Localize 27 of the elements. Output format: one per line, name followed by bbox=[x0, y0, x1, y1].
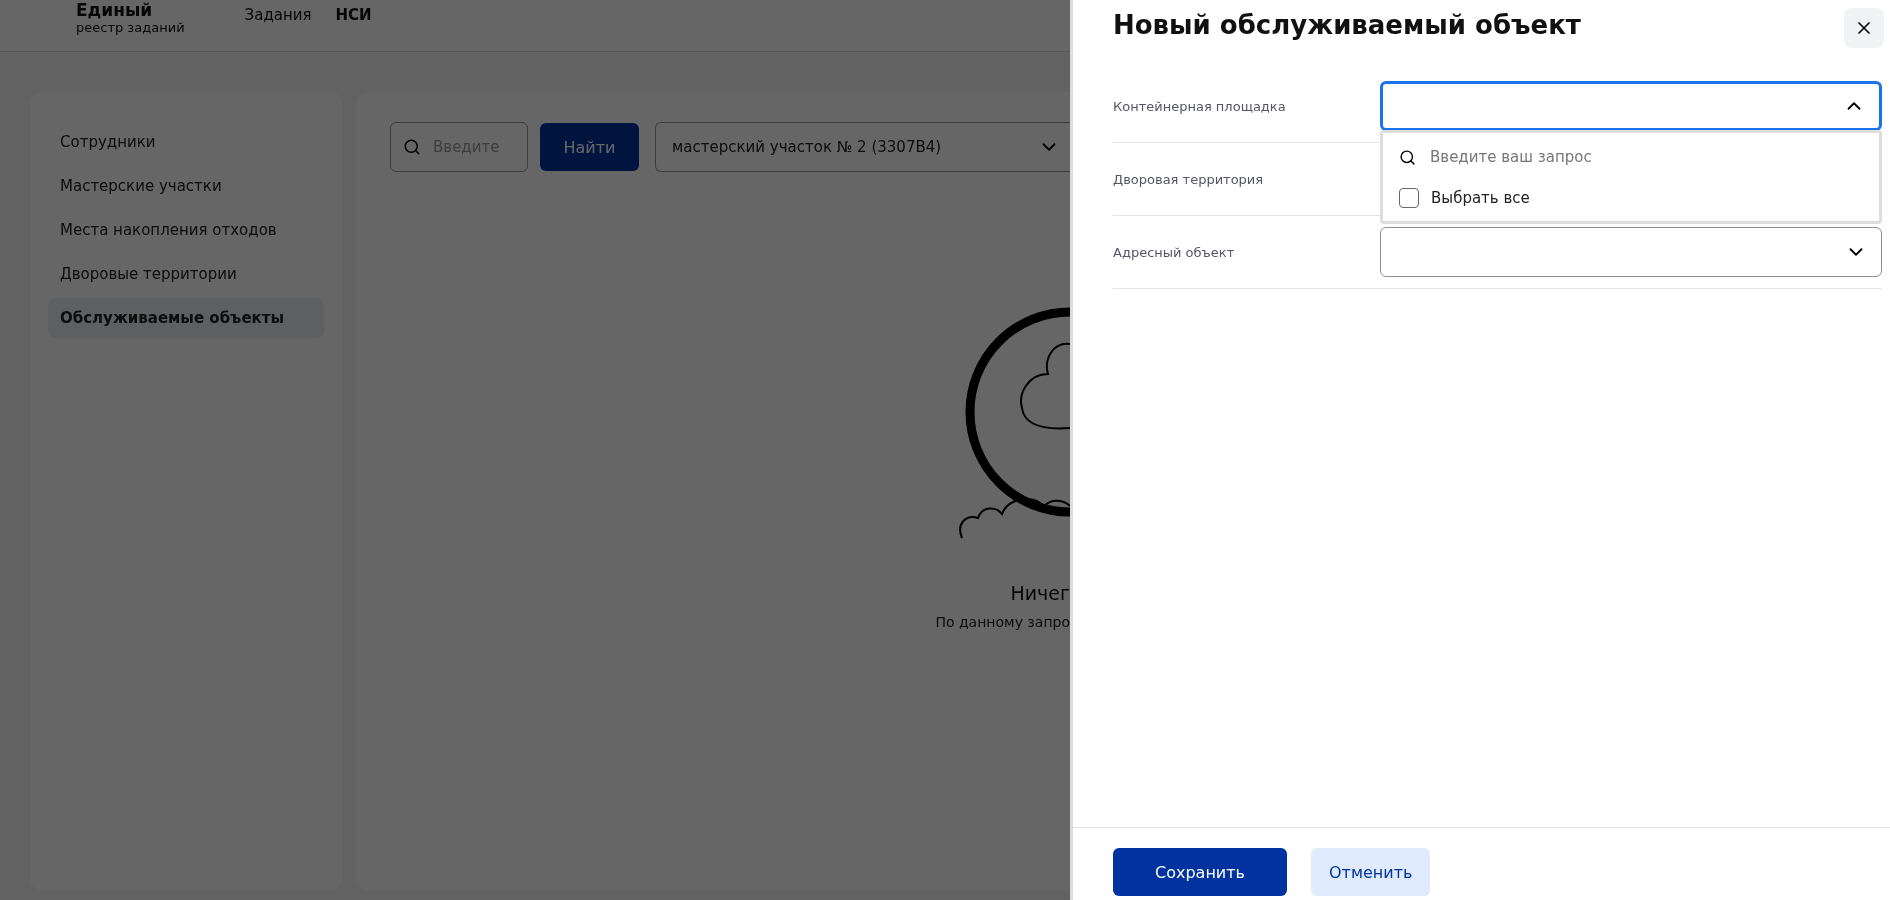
brand-subtitle: реестр заданий bbox=[76, 20, 185, 35]
select-all-option[interactable]: Выбрать все bbox=[1399, 179, 1863, 217]
field-label: Адресный объект bbox=[1113, 244, 1236, 260]
field-label: Контейнерная площадка bbox=[1113, 98, 1287, 114]
search-icon bbox=[403, 138, 421, 156]
close-button[interactable] bbox=[1844, 8, 1884, 48]
select-field[interactable] bbox=[1380, 81, 1882, 131]
nav-link[interactable]: НСИ bbox=[335, 6, 372, 24]
brand-title: Единый bbox=[76, 0, 154, 20]
find-button[interactable]: Найти bbox=[540, 123, 639, 171]
panel-title: Новый обслуживаемый объект bbox=[1113, 10, 1581, 40]
sidebar-item[interactable]: Обслуживаемые объекты bbox=[48, 298, 324, 338]
sidebar-item[interactable]: Дворовые территории bbox=[48, 254, 324, 294]
sidebar-item[interactable]: Мастерские участки bbox=[48, 166, 324, 206]
nav-link[interactable]: Задания bbox=[244, 6, 312, 24]
field-label: Дворовая территория bbox=[1113, 171, 1265, 187]
search-icon bbox=[1399, 148, 1416, 166]
dropdown-search-field[interactable]: Введите ваш запрос bbox=[1399, 139, 1863, 175]
empty-title: Ничег bbox=[1010, 582, 1070, 604]
filter-select[interactable]: мастерский участок № 2 (3307В4) bbox=[655, 122, 1070, 172]
checkbox[interactable] bbox=[1399, 188, 1419, 208]
save-button[interactable]: Сохранить bbox=[1113, 848, 1287, 896]
sidebar-item[interactable]: Сотрудники bbox=[48, 122, 324, 162]
sidebar-item[interactable]: Места накопления отходов bbox=[48, 210, 324, 250]
select-field[interactable] bbox=[1380, 227, 1882, 277]
cancel-button[interactable]: Отменить bbox=[1311, 848, 1431, 896]
empty-text: По данному запро bbox=[935, 614, 1070, 630]
